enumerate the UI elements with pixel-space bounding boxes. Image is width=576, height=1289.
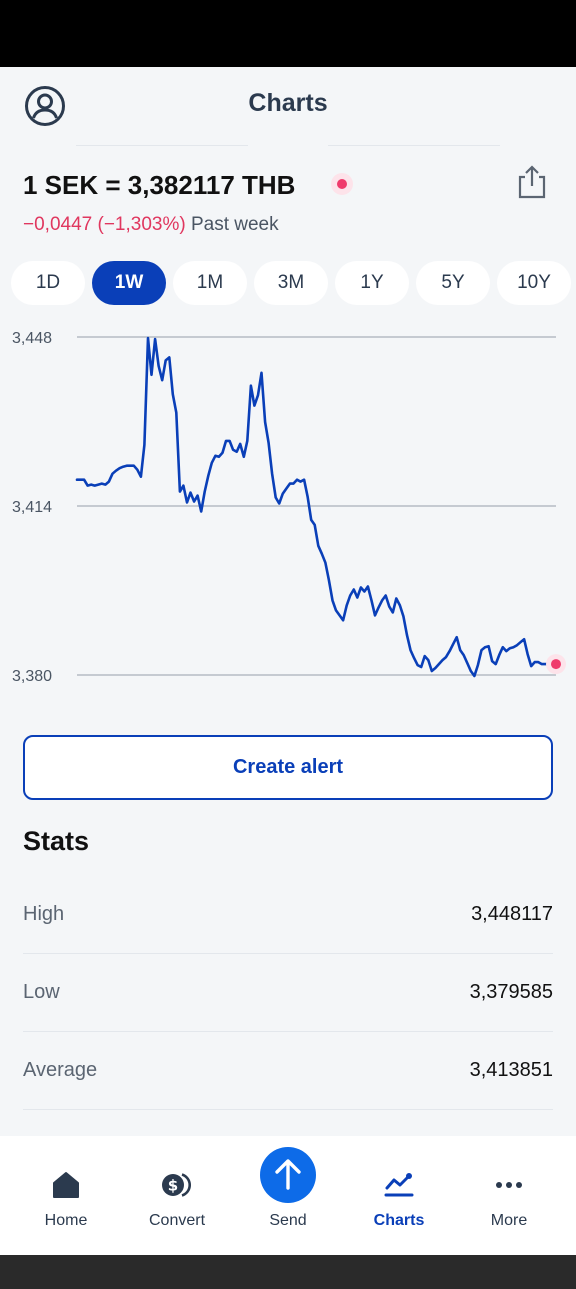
stat-label: Average	[23, 1059, 98, 1081]
live-indicator	[331, 173, 353, 195]
share-icon[interactable]	[516, 164, 548, 200]
svg-text:$: $	[168, 1177, 178, 1195]
nav-label: Home	[44, 1212, 88, 1229]
range-1y[interactable]: 1Y	[335, 261, 409, 305]
stat-row-low: Low 3,379585	[23, 954, 553, 1032]
stat-value: 3,448117	[471, 903, 553, 925]
stat-label: Low	[23, 981, 60, 1003]
range-1w[interactable]: 1W	[92, 261, 166, 305]
create-alert-button[interactable]: Create alert	[23, 735, 553, 800]
charts-icon	[384, 1173, 414, 1197]
exchange-rate: 1 SEK = 3,382117 THB	[23, 170, 296, 200]
rate-chart[interactable]: 3,448 3,414 3,380	[0, 320, 576, 690]
system-nav-bar	[0, 1255, 576, 1289]
rate-change: −0,0447 (−1,303%) Past week	[23, 214, 279, 236]
nav-label: Send	[269, 1212, 307, 1229]
nav-charts[interactable]: Charts	[344, 1136, 454, 1255]
y-axis-ticks: 3,448 3,414 3,380	[12, 330, 52, 685]
app-header: Charts	[0, 67, 576, 147]
nav-label: More	[490, 1212, 528, 1229]
status-bar	[0, 0, 576, 67]
range-10y[interactable]: 10Y	[497, 261, 571, 305]
stat-value: 3,379585	[469, 981, 553, 1003]
change-period: Past week	[190, 214, 279, 235]
header-divider	[328, 145, 500, 146]
range-selector: 1D 1W 1M 3M 1Y 5Y 10Y	[11, 261, 571, 305]
y-tick-label: 3,448	[12, 330, 52, 347]
nav-home[interactable]: Home	[11, 1136, 121, 1255]
send-icon	[275, 1159, 301, 1190]
range-5y[interactable]: 5Y	[416, 261, 490, 305]
header-divider	[76, 145, 248, 146]
bottom-nav: Home $ Convert Send Charts More	[0, 1136, 576, 1255]
nav-label: Charts	[373, 1212, 425, 1229]
convert-icon: $	[162, 1173, 191, 1197]
send-button[interactable]	[260, 1147, 316, 1203]
chart-grid	[77, 336, 556, 676]
nav-send[interactable]: Send	[233, 1136, 343, 1255]
stat-value: 3,413851	[469, 1059, 553, 1081]
range-1m[interactable]: 1M	[173, 261, 247, 305]
stat-row-average: Average 3,413851	[23, 1032, 553, 1110]
range-3m[interactable]: 3M	[254, 261, 328, 305]
nav-more[interactable]: More	[454, 1136, 564, 1255]
y-tick-label: 3,414	[12, 499, 52, 516]
range-1d[interactable]: 1D	[11, 261, 85, 305]
stat-row-high: High 3,448117	[23, 876, 553, 954]
stats-title: Stats	[23, 826, 90, 856]
y-tick-label: 3,380	[12, 668, 52, 685]
more-icon	[496, 1182, 522, 1188]
marker-dot	[551, 659, 561, 670]
home-icon	[53, 1172, 79, 1198]
nav-label: Convert	[148, 1212, 206, 1229]
page-title: Charts	[248, 89, 328, 117]
nav-convert[interactable]: $ Convert	[122, 1136, 232, 1255]
change-value: −0,0447 (−1,303%)	[23, 214, 186, 235]
stat-label: High	[23, 903, 65, 925]
current-value-marker	[546, 654, 566, 675]
